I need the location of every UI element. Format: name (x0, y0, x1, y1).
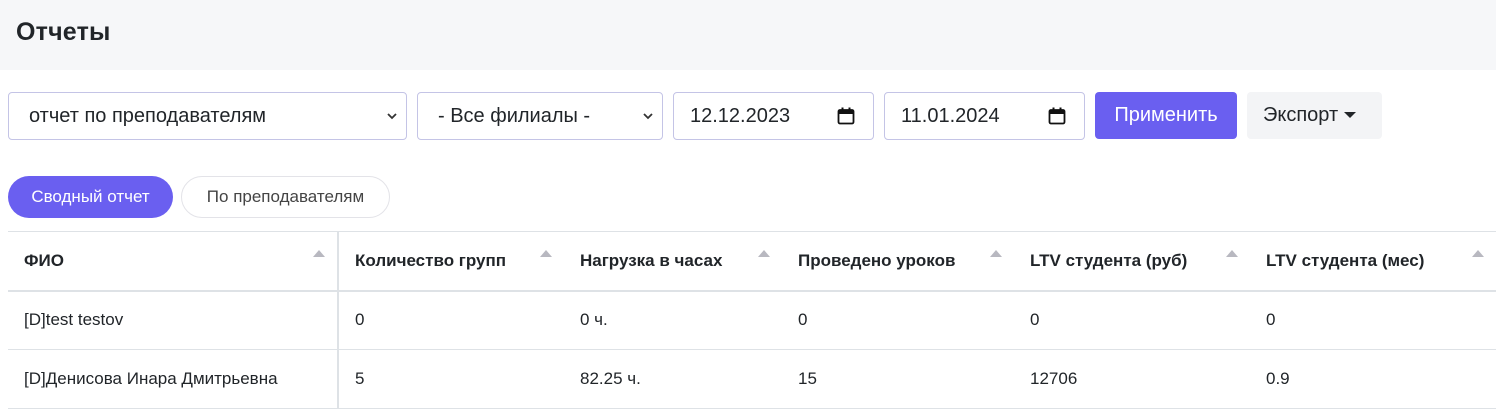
report-table: ФИО Количество групп Нагрузка в часах Пр… (8, 231, 1496, 409)
sort-icon (1472, 250, 1484, 257)
column-header-groups[interactable]: Количество групп (338, 231, 564, 292)
caret-down-icon (1344, 112, 1356, 118)
table-row: [D]test testov 0 0 ч. 0 0 0 (8, 290, 1496, 350)
cell-name: [D]Денисова Инара Дмитрьевна (8, 349, 339, 409)
export-dropdown-button[interactable]: Экспорт (1247, 92, 1382, 139)
sort-icon (540, 250, 552, 257)
cell-ltv-months: 0 (1250, 290, 1496, 350)
column-header-lessons[interactable]: Проведено уроков (782, 231, 1014, 292)
date-from-value: 12.12.2023 (690, 104, 791, 127)
column-header-ltv-months[interactable]: LTV студента (мес) (1250, 231, 1496, 292)
tab-summary-report[interactable]: Сводный отчет (8, 176, 173, 218)
column-header-name[interactable]: ФИО (8, 231, 339, 292)
cell-ltv-rub: 0 (1014, 290, 1250, 350)
cell-groups: 0 (338, 290, 564, 350)
page-header: Отчеты (0, 0, 1496, 70)
branch-select[interactable]: - Все филиалы - (417, 92, 663, 140)
sort-icon (758, 250, 770, 257)
column-header-hours[interactable]: Нагрузка в часах (564, 231, 782, 292)
export-label: Экспорт (1263, 104, 1339, 126)
cell-hours: 82.25 ч. (564, 349, 782, 409)
sort-icon (313, 250, 325, 257)
chevron-down-icon (643, 113, 653, 120)
cell-groups: 5 (338, 349, 564, 409)
branch-value: - Все филиалы - (438, 104, 591, 127)
table-row: [D]Денисова Инара Дмитрьевна 5 82.25 ч. … (8, 349, 1496, 409)
date-to-value: 11.01.2024 (901, 104, 1000, 127)
cell-ltv-months: 0.9 (1250, 349, 1496, 409)
cell-name: [D]test testov (8, 290, 339, 350)
sort-icon (1226, 250, 1238, 257)
date-to-input[interactable]: 11.01.2024 (884, 92, 1085, 140)
sort-icon (990, 250, 1002, 257)
cell-hours: 0 ч. (564, 290, 782, 350)
cell-ltv-rub: 12706 (1014, 349, 1250, 409)
cell-lessons: 0 (782, 290, 1014, 350)
calendar-icon[interactable] (1048, 107, 1066, 125)
cell-lessons: 15 (782, 349, 1014, 409)
column-header-ltv-rub[interactable]: LTV студента (руб) (1014, 231, 1250, 292)
tab-by-teachers[interactable]: По преподавателям (181, 176, 390, 218)
page-title: Отчеты (16, 18, 111, 46)
chevron-down-icon (387, 113, 397, 120)
report-type-select[interactable]: отчет по преподавателям (8, 92, 407, 140)
date-from-input[interactable]: 12.12.2023 (673, 92, 874, 140)
table-header-row: ФИО Количество групп Нагрузка в часах Пр… (8, 231, 1496, 292)
calendar-icon[interactable] (837, 107, 855, 125)
report-type-value: отчет по преподавателям (29, 104, 267, 127)
apply-button[interactable]: Применить (1095, 92, 1237, 139)
